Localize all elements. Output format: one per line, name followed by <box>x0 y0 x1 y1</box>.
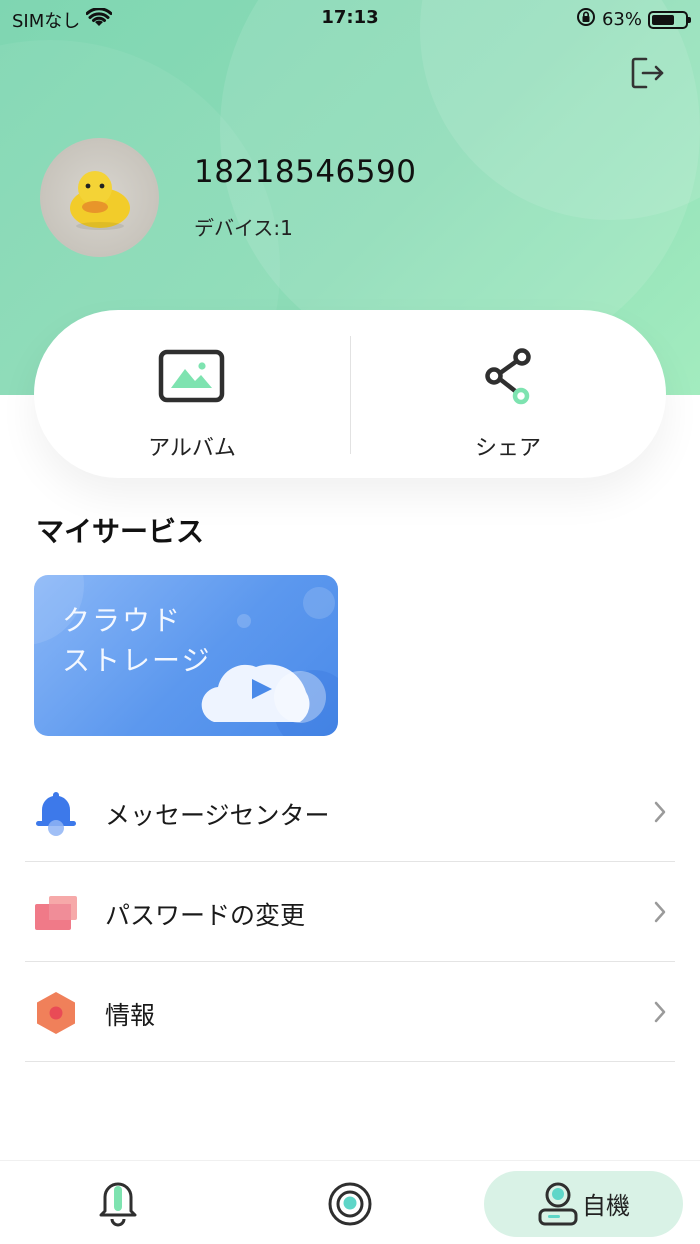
share-icon <box>482 346 536 412</box>
bell-icon <box>33 790 79 836</box>
cloud-storage-label: クラウド ストレージ <box>62 604 212 677</box>
cloud-storage-card[interactable]: クラウド ストレージ <box>34 575 338 736</box>
avatar[interactable] <box>40 138 159 257</box>
device-count: デバイス:1 <box>194 216 293 240</box>
chevron-right-icon <box>653 900 667 924</box>
album-icon <box>158 348 226 408</box>
battery-icon <box>648 10 691 29</box>
album-button[interactable]: アルバム <box>34 310 350 478</box>
share-label: シェア <box>474 436 541 461</box>
cloud-play-icon <box>201 664 326 723</box>
profile-tab-icon <box>538 1182 578 1226</box>
tab-camera[interactable] <box>292 1161 407 1244</box>
my-services-title: マイサービス <box>36 515 205 548</box>
bell-tab-icon <box>99 1182 137 1227</box>
change-password-row[interactable]: パスワードの変更 <box>25 862 675 962</box>
tab-notifications[interactable] <box>60 1161 175 1244</box>
password-icon <box>33 890 79 936</box>
logout-button[interactable] <box>630 55 666 91</box>
message-center-label: メッセージセンター <box>105 801 330 830</box>
logout-icon <box>631 57 664 89</box>
camera-tab-icon <box>328 1182 372 1226</box>
battery-percent: 63% <box>601 9 642 30</box>
info-label: 情報 <box>105 1001 156 1030</box>
chevron-right-icon <box>653 1000 667 1024</box>
info-row[interactable]: 情報 <box>25 962 675 1062</box>
quick-actions-card: アルバム シェア <box>34 310 666 478</box>
orientation-lock-icon <box>576 7 596 32</box>
change-password-label: パスワードの変更 <box>105 901 306 930</box>
album-label: アルバム <box>148 436 236 461</box>
status-bar: SIMなし 17:13 63% <box>0 0 700 36</box>
tab-my-device-label: 自機 <box>582 1192 630 1220</box>
message-center-row[interactable]: メッセージセンター <box>25 762 675 862</box>
share-button[interactable]: シェア <box>350 310 666 478</box>
user-phone-number: 18218546590 <box>194 154 417 190</box>
chevron-right-icon <box>653 800 667 824</box>
info-hexagon-icon <box>33 990 79 1036</box>
duck-avatar-image <box>70 171 130 230</box>
